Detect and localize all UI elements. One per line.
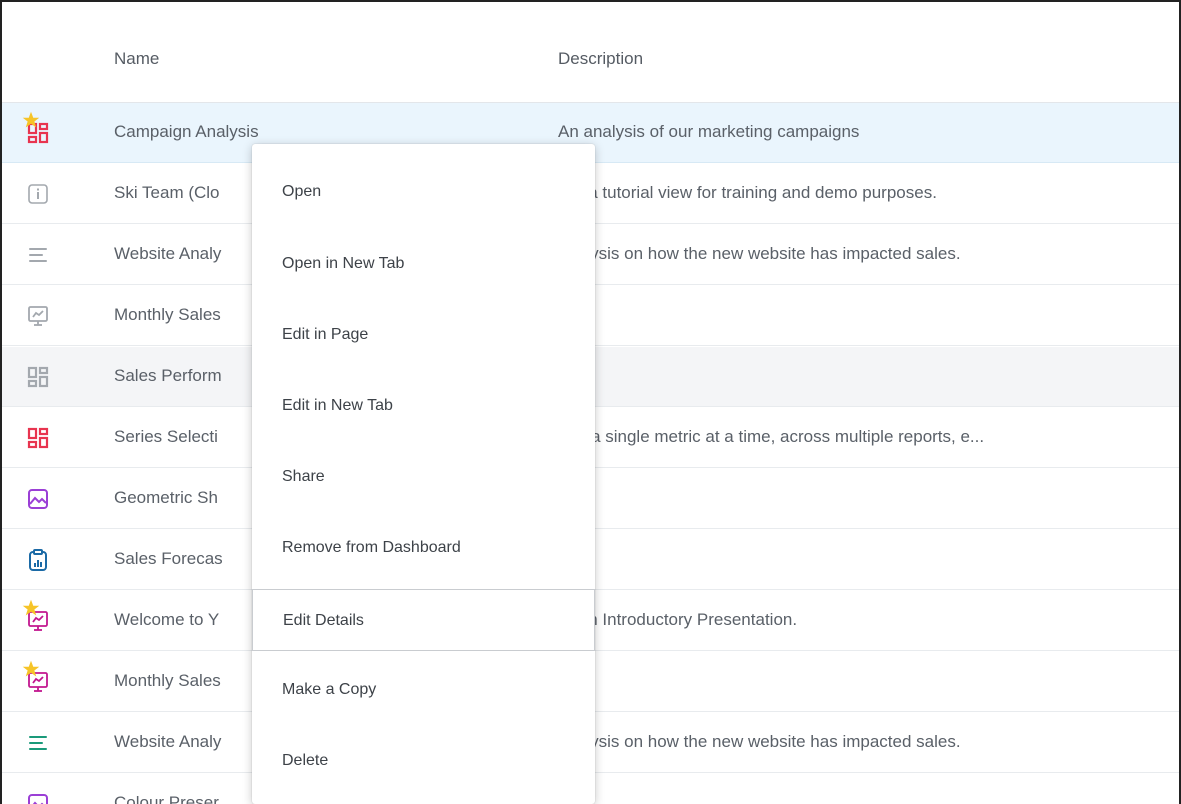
menu-item-share[interactable]: Share (252, 446, 595, 508)
row-description: analysis on how the new website has impa… (558, 244, 961, 263)
image-icon (26, 487, 50, 511)
dashboard-icon (22, 111, 50, 145)
menu-item-delete[interactable]: Delete (252, 730, 595, 792)
story-icon (26, 243, 50, 267)
report-icon (26, 548, 50, 572)
row-description: s is a tutorial view for training and de… (558, 183, 937, 202)
info-icon (26, 182, 50, 206)
row-description: analysis on how the new website has impa… (558, 732, 961, 751)
row-description: An analysis of our marketing campaigns (558, 122, 860, 141)
menu-item-edit-in-page[interactable]: Edit in Page (252, 304, 595, 366)
presentation-icon (22, 660, 50, 694)
column-header-description[interactable]: Description (558, 49, 643, 69)
story-icon (26, 731, 50, 755)
row-description: lore a single metric at a time, across m… (558, 427, 985, 446)
content-list-panel: Name Description Campaign Analysis An ana… (0, 0, 1181, 804)
menu-item-open[interactable]: Open (252, 161, 595, 223)
dashboard-icon (26, 365, 50, 389)
favorite-star-icon (22, 111, 40, 129)
presentation-icon (26, 304, 50, 328)
row-name[interactable]: Campaign Analysis (114, 122, 554, 142)
menu-item-remove-from-dashboard[interactable]: Remove from Dashboard (252, 517, 595, 579)
menu-item-edit-in-new-tab[interactable]: Edit in New Tab (252, 375, 595, 437)
presentation-icon (22, 599, 50, 633)
row-description: owfin Introductory Presentation. (558, 610, 798, 629)
menu-item-open-in-new-tab[interactable]: Open in New Tab (252, 233, 595, 295)
column-header-name[interactable]: Name (114, 49, 159, 69)
menu-item-edit-details[interactable]: Edit Details (252, 589, 595, 651)
menu-item-make-a-copy[interactable]: Make a Copy (252, 659, 595, 721)
table-header: Name Description (2, 2, 1179, 103)
favorite-star-icon (22, 660, 40, 678)
context-menu: Open Open in New Tab Edit in Page Edit in N… (252, 144, 595, 804)
dashboard-icon (26, 426, 50, 450)
favorite-star-icon (22, 599, 40, 617)
image-icon (26, 792, 50, 804)
